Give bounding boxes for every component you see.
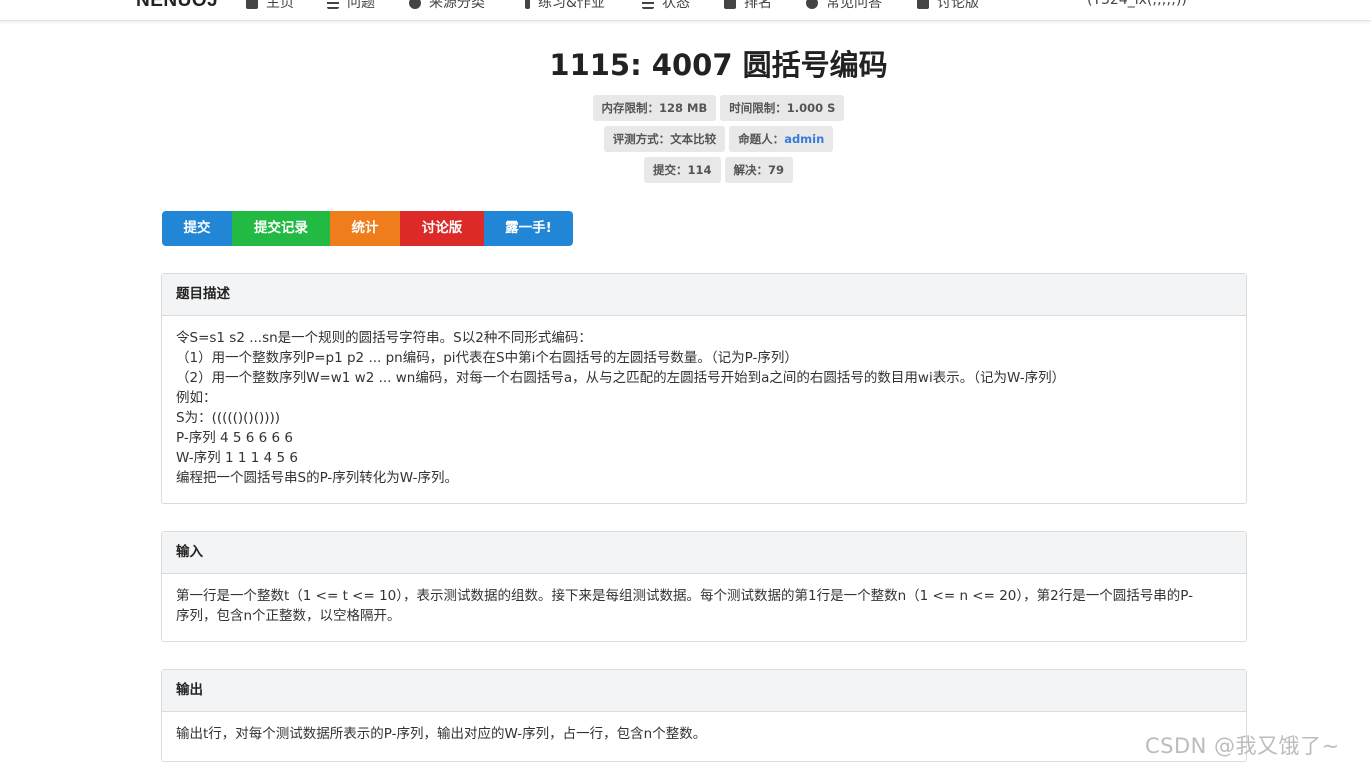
limits-row: 内存限制：128 MB 时间限制：1.000 S bbox=[0, 95, 1371, 121]
submit-button[interactable]: 提交 bbox=[162, 211, 232, 246]
output-text: 输出t行，对每个测试数据所表示的P-序列，输出对应的W-序列，占一行，包含n个整… bbox=[176, 726, 707, 742]
time-limit-badge: 时间限制：1.000 S bbox=[720, 95, 845, 121]
output-heading: 输出 bbox=[162, 670, 1246, 712]
submission-records-button[interactable]: 提交记录 bbox=[232, 211, 330, 246]
top-navbar: NENUOJ 主页 问题 来源分类 练习&作业 状态 排名 常见问答 讨论版 (… bbox=[0, 0, 1371, 21]
show-off-button[interactable]: 露一手! bbox=[484, 211, 573, 246]
problem-title: 1115: 4007 圆括号编码 bbox=[549, 48, 888, 82]
solved-badge: 解决：79 bbox=[724, 157, 794, 183]
judge-mode-badge: 评测方式：文本比较 bbox=[603, 126, 726, 152]
nav-item-forum[interactable]: 讨论版 bbox=[917, 0, 979, 12]
file-icon bbox=[917, 0, 929, 9]
home-icon bbox=[246, 0, 258, 9]
description-line: （2）用一个整数序列W=w1 w2 ... wn编码，对每一个右圆括号a，从与之… bbox=[176, 370, 1066, 386]
bar-chart-icon bbox=[724, 0, 736, 9]
description-line: （1）用一个整数序列P=p1 p2 ... pn编码，pi代表在S中第i个右圆括… bbox=[176, 350, 798, 366]
brand-logo[interactable]: NENUOJ bbox=[136, 0, 218, 12]
input-body: 第一行是一个整数t（1 <= t <= 10），表示测试数据的组数。接下来是每组… bbox=[162, 574, 1246, 636]
nav-item-faq[interactable]: 常见问答 bbox=[806, 0, 882, 12]
action-button-group: 提交 提交记录 统计 讨论版 露一手! bbox=[162, 211, 573, 246]
setter-badge: 命题人：admin bbox=[729, 126, 834, 152]
description-line: S为：((((()()()))) bbox=[176, 410, 281, 426]
description-line: 编程把一个圆括号串S的P-序列转化为W-序列。 bbox=[176, 470, 458, 486]
judge-row: 评测方式：文本比较 命题人：admin bbox=[0, 126, 1371, 152]
description-line: P-序列 4 5 6 6 6 6 bbox=[176, 430, 293, 446]
status-list-icon bbox=[642, 0, 654, 9]
output-panel: 输出 输出t行，对每个测试数据所表示的P-序列，输出对应的W-序列，占一行，包含… bbox=[161, 669, 1247, 762]
nav-item-home[interactable]: 主页 bbox=[246, 0, 294, 12]
input-panel: 输入 第一行是一个整数t（1 <= t <= 10），表示测试数据的组数。接下来… bbox=[161, 531, 1247, 642]
csdn-watermark: CSDN @我又饿了~ bbox=[1145, 734, 1340, 758]
nav-item-problems[interactable]: 问题 bbox=[327, 0, 375, 12]
nav-item-categories[interactable]: 来源分类 bbox=[409, 0, 485, 12]
statistics-button[interactable]: 统计 bbox=[330, 211, 400, 246]
description-line: 令S=s1 s2 ...sn是一个规则的圆括号字符串。S以2种不同形式编码： bbox=[176, 330, 592, 346]
input-heading: 输入 bbox=[162, 532, 1246, 574]
globe-icon bbox=[409, 0, 421, 9]
nav-item-ranking[interactable]: 排名 bbox=[724, 0, 772, 12]
description-panel: 题目描述 令S=s1 s2 ...sn是一个规则的圆括号字符串。S以2种不同形式… bbox=[161, 273, 1247, 504]
nav-item-contests[interactable]: 练习&作业 bbox=[525, 0, 605, 12]
description-heading: 题目描述 bbox=[162, 274, 1246, 316]
description-body: 令S=s1 s2 ...sn是一个规则的圆括号字符串。S以2种不同形式编码： （… bbox=[162, 316, 1246, 498]
input-text-line: 序列，包含n个正整数，以空格隔开。 bbox=[176, 608, 401, 624]
list-icon bbox=[327, 0, 339, 9]
input-text-line: 第一行是一个整数t（1 <= t <= 10），表示测试数据的组数。接下来是每组… bbox=[176, 588, 1193, 604]
setter-link[interactable]: admin bbox=[784, 132, 824, 146]
description-line: W-序列 1 1 1 4 5 6 bbox=[176, 450, 298, 466]
question-circle-icon bbox=[806, 0, 818, 9]
nav-item-status[interactable]: 状态 bbox=[642, 0, 690, 12]
stats-row: 提交：114 解决：79 bbox=[0, 157, 1371, 183]
description-line: 例如： bbox=[176, 390, 217, 406]
memory-limit-badge: 内存限制：128 MB bbox=[592, 95, 717, 121]
pin-icon bbox=[525, 0, 530, 9]
forum-button[interactable]: 讨论版 bbox=[400, 211, 484, 246]
user-menu[interactable]: (Y324_lx(;;;;;)) bbox=[1087, 0, 1187, 8]
submissions-badge: 提交：114 bbox=[643, 157, 721, 183]
output-body: 输出t行，对每个测试数据所表示的P-序列，输出对应的W-序列，占一行，包含n个整… bbox=[162, 712, 1246, 754]
